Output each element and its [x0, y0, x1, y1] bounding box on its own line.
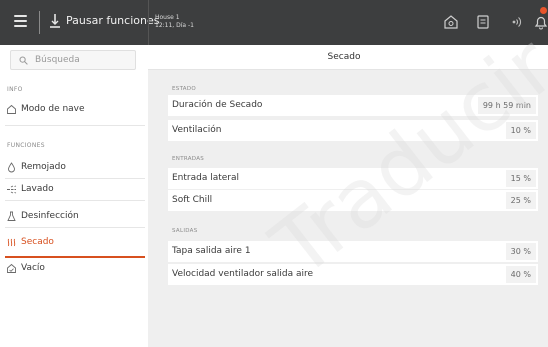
house-time: 12:11, Día -1 — [155, 22, 194, 29]
pause-functions-button[interactable]: Pausar funciones — [66, 14, 159, 27]
sidebar-item-desinfeccion[interactable]: Desinfección — [0, 207, 148, 227]
search-icon — [19, 56, 28, 65]
param-row-soft-chill[interactable]: Soft Chill 25 % — [168, 190, 538, 211]
functions-section-label: FUNCIONES — [7, 142, 45, 149]
group-label-entradas: ENTRADAS — [172, 156, 205, 162]
heat-icon — [7, 238, 16, 247]
sidebar-item-label: Secado — [21, 237, 54, 247]
group-label-estado: ESTADO — [172, 86, 197, 92]
param-value[interactable]: 30 % — [505, 243, 536, 260]
divider — [5, 200, 145, 201]
sidebar-item-label: Vacío — [21, 263, 45, 273]
spray-icon — [7, 185, 17, 194]
home-icon[interactable] — [442, 13, 460, 31]
sidebar-item-label: Modo de nave — [21, 104, 85, 114]
house-name: House 1 — [155, 14, 180, 21]
param-row-entrada-lateral[interactable]: Entrada lateral 15 % — [168, 168, 538, 189]
param-label: Soft Chill — [172, 195, 213, 205]
sidebar-item-lavado[interactable]: Lavado — [0, 180, 148, 200]
param-value[interactable]: 99 h 59 min — [477, 97, 536, 114]
empty-icon — [7, 263, 16, 273]
search-box[interactable]: Búsqueda — [10, 50, 136, 70]
param-value[interactable]: 25 % — [505, 192, 536, 209]
topbar-divider-2 — [148, 0, 149, 45]
group-label-salidas: SALIDAS — [172, 228, 198, 234]
sidebar-item-label: Lavado — [21, 184, 54, 194]
param-label: Duración de Secado — [172, 100, 263, 110]
sidebar-item-label: Remojado — [21, 162, 66, 172]
divider — [5, 178, 145, 179]
param-value[interactable]: 15 % — [505, 170, 536, 187]
signal-icon[interactable] — [505, 13, 523, 31]
divider — [5, 227, 145, 228]
sidebar-item-vacio[interactable]: Vacío — [0, 259, 148, 279]
top-bar: Pausar funciones House 1 12:11, Día -1 — [0, 0, 548, 45]
param-label: Velocidad ventilador salida aire — [172, 269, 313, 279]
sidebar-item-remojado[interactable]: Remojado — [0, 158, 148, 178]
sidebar-item-secado[interactable]: Secado — [0, 233, 148, 253]
pause-icon[interactable] — [49, 13, 61, 29]
flask-icon — [7, 211, 16, 221]
search-placeholder: Búsqueda — [35, 55, 80, 65]
alarm-bell-icon[interactable] — [532, 13, 548, 31]
divider — [5, 125, 145, 126]
param-label: Entrada lateral — [172, 173, 240, 183]
alarm-badge — [540, 7, 547, 14]
document-icon[interactable] — [474, 13, 492, 31]
param-label: Tapa salida aire 1 — [172, 246, 251, 256]
param-row-velocidad-ventilador[interactable]: Velocidad ventilador salida aire 40 % — [168, 264, 538, 285]
param-row-duracion-de-secado[interactable]: Duración de Secado 99 h 59 min — [168, 95, 538, 116]
active-indicator — [5, 256, 145, 258]
main-header: Secado — [148, 45, 548, 70]
param-value[interactable]: 40 % — [505, 266, 536, 283]
param-label: Ventilación — [172, 125, 222, 135]
param-row-ventilacion[interactable]: Ventilación 10 % — [168, 120, 538, 141]
topbar-divider — [39, 11, 40, 34]
sidebar: Búsqueda INFO Modo de nave FUNCIONES Rem… — [0, 45, 148, 347]
menu-icon[interactable] — [14, 15, 27, 27]
main-panel: Secado ESTADO Duración de Secado 99 h 59… — [148, 45, 548, 347]
param-row-tapa-salida-aire[interactable]: Tapa salida aire 1 30 % — [168, 241, 538, 262]
sidebar-item-label: Desinfección — [21, 211, 79, 221]
param-value[interactable]: 10 % — [505, 122, 536, 139]
drop-icon — [8, 162, 15, 173]
sidebar-item-modo-de-nave[interactable]: Modo de nave — [0, 100, 148, 120]
info-section-label: INFO — [7, 86, 23, 93]
house-mode-icon — [7, 104, 16, 114]
page-title: Secado — [327, 52, 361, 62]
